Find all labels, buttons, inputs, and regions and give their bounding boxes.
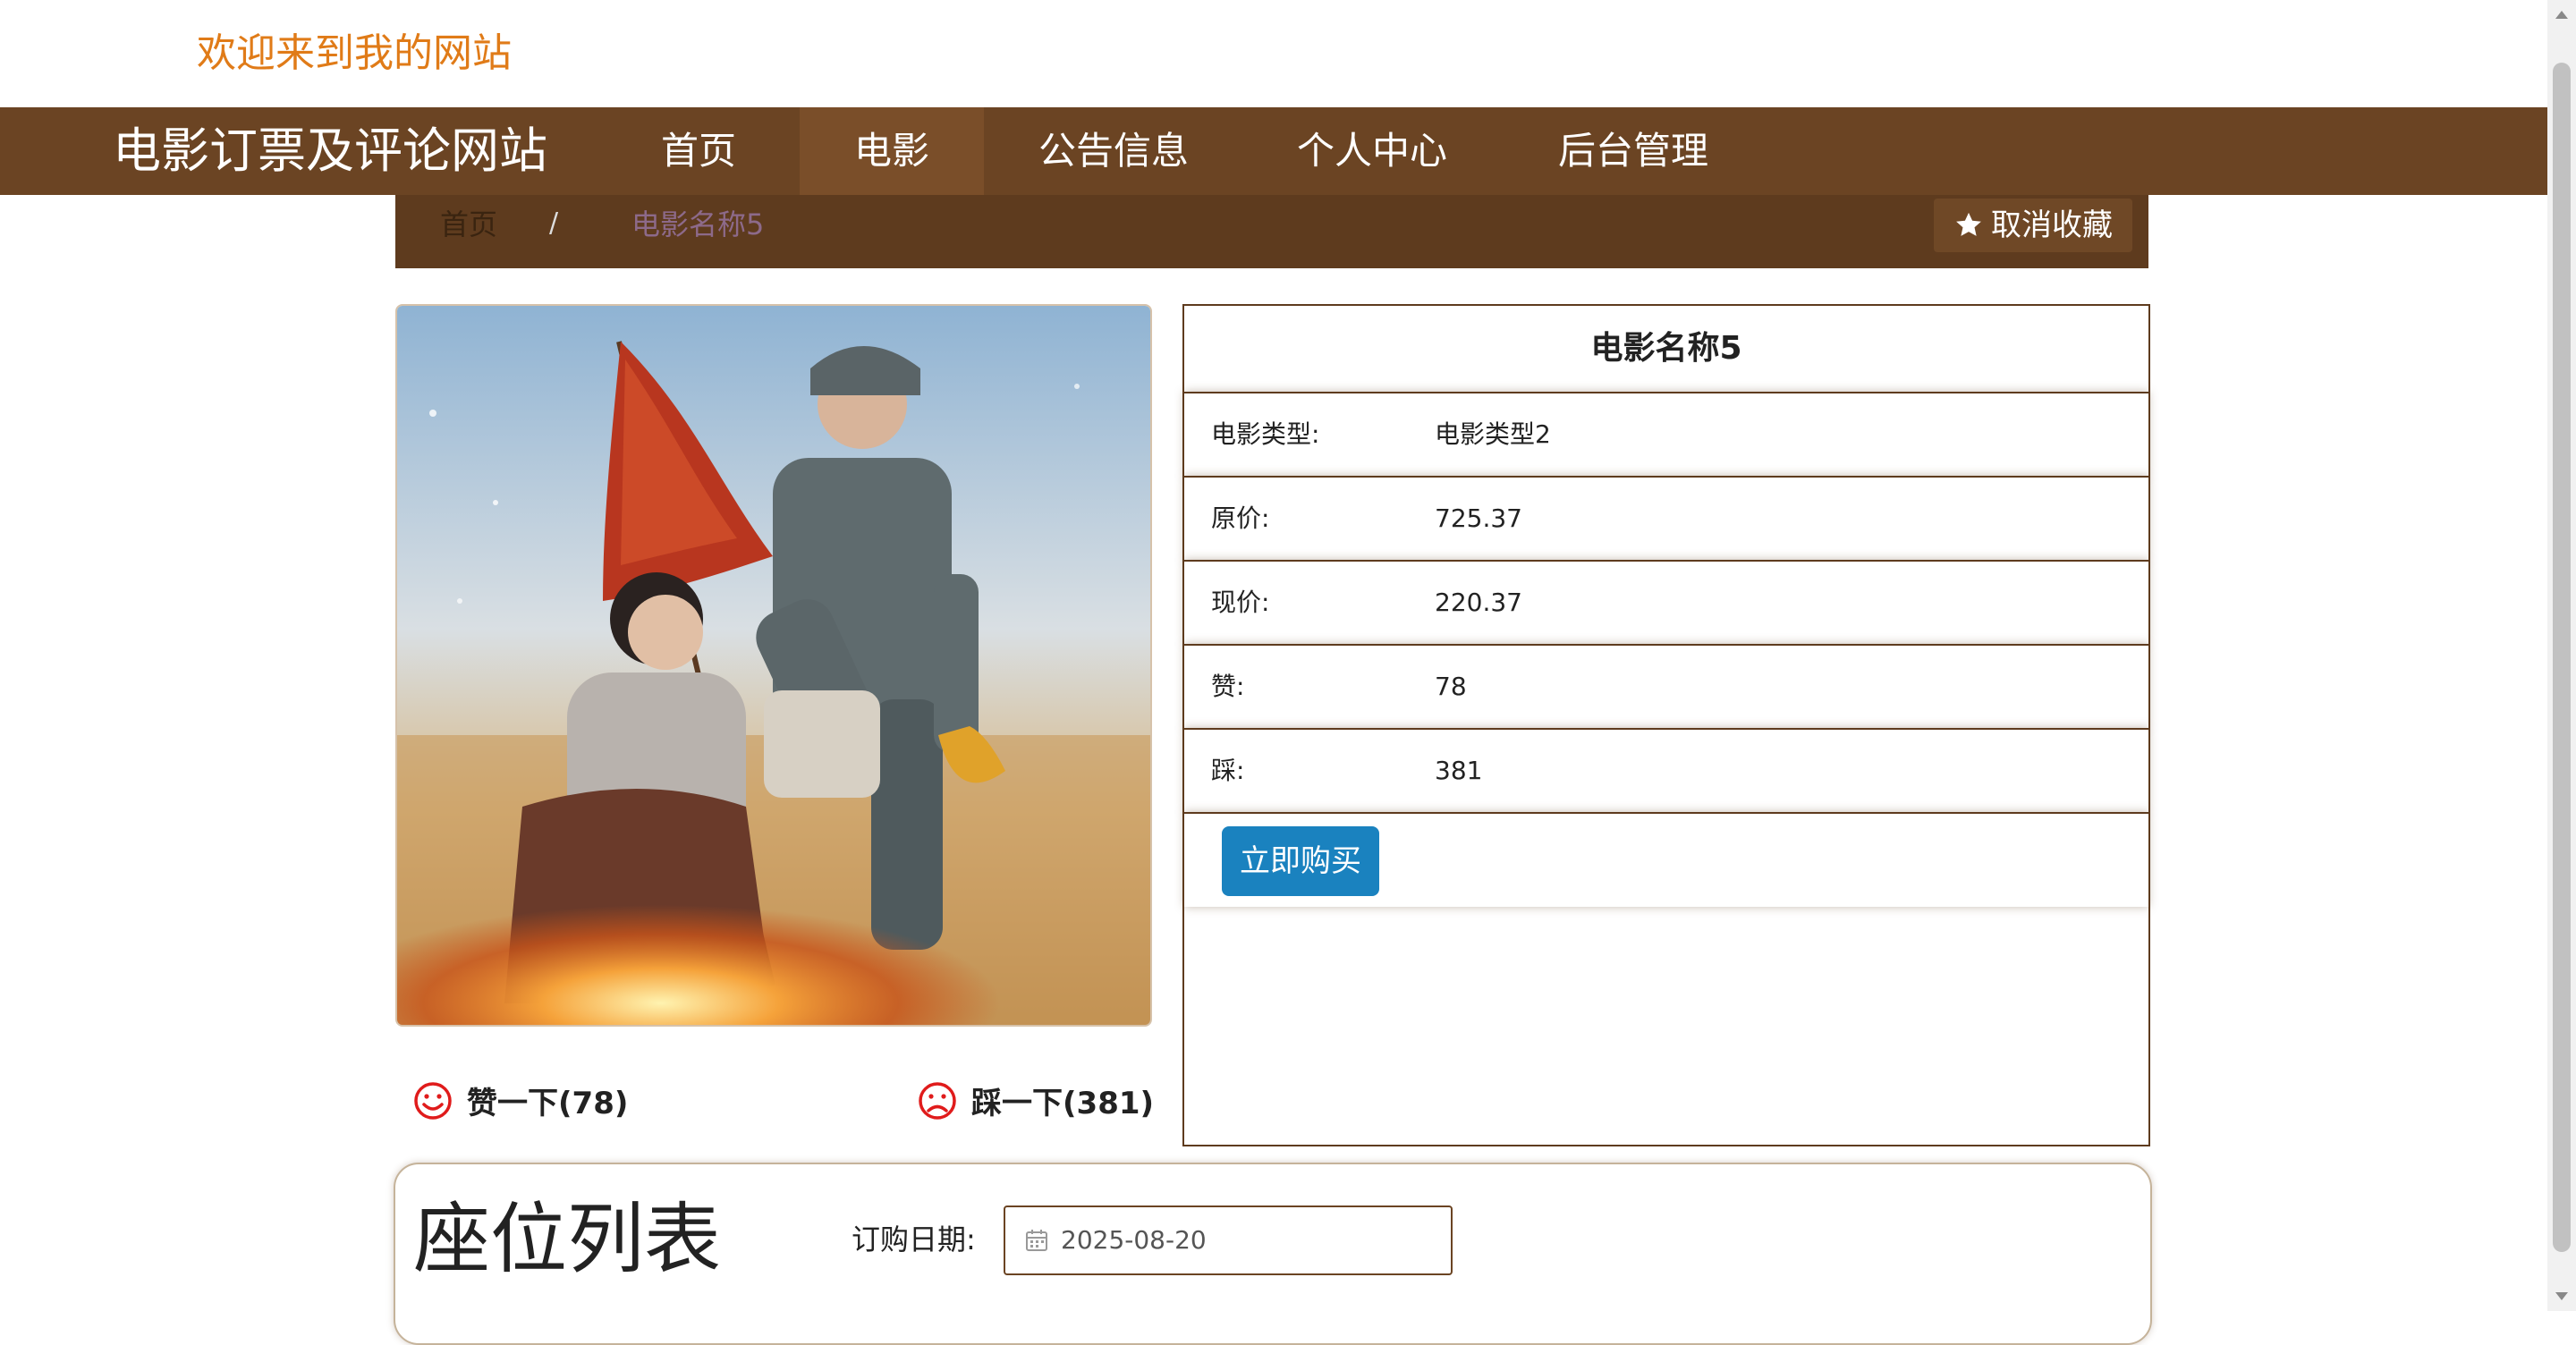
buy-now-button[interactable]: 立即购买: [1222, 826, 1379, 896]
frown-icon: [919, 1081, 956, 1120]
scroll-up-arrow-icon[interactable]: [2555, 11, 2568, 19]
scroll-down-arrow-icon[interactable]: [2555, 1292, 2568, 1300]
detail-row-type: 电影类型: 电影类型2: [1184, 392, 2148, 476]
like-label: 赞一下(78): [467, 1086, 629, 1121]
breadcrumb-current: 电影名称5: [631, 207, 765, 241]
detail-row-likes: 赞: 78: [1184, 644, 2148, 728]
detail-value: 78: [1435, 672, 1467, 701]
vertical-scrollbar[interactable]: [2547, 0, 2576, 1311]
calendar-icon: [1026, 1230, 1047, 1251]
poster-image: [397, 306, 1150, 1025]
detail-value: 电影类型2: [1435, 419, 1551, 449]
detail-label: 电影类型:: [1211, 419, 1320, 449]
nav-item-home[interactable]: 首页: [631, 107, 766, 195]
welcome-text: 欢迎来到我的网站: [197, 30, 512, 76]
order-date-value: 2025-08-20: [1061, 1225, 1207, 1255]
dislike-button[interactable]: 踩一下(381): [918, 1079, 1154, 1122]
nav-item-announcements[interactable]: 公告信息: [1013, 107, 1215, 195]
top-navbar: 电影订票及评论网站 首页 电影 公告信息 个人中心 后台管理: [0, 107, 2547, 195]
movie-title: 电影名称5: [1590, 330, 1742, 367]
seat-list-title: 座位列表: [413, 1195, 721, 1284]
detail-row-original-price: 原价: 725.37: [1184, 476, 2148, 560]
star-icon: [1956, 212, 1981, 236]
detail-label: 踩:: [1211, 756, 1245, 785]
unfavorite-label: 取消收藏: [1991, 207, 2113, 243]
movie-poster: [395, 304, 1152, 1027]
detail-label: 现价:: [1211, 588, 1270, 617]
detail-label: 赞:: [1211, 672, 1245, 701]
breadcrumb: 首页 / 电影名称5 取消收藏: [395, 195, 2148, 268]
order-date-label: 订购日期:: [852, 1222, 976, 1256]
order-date-input[interactable]: 2025-08-20: [1004, 1205, 1453, 1275]
detail-row-actions: 立即购买: [1184, 812, 2148, 907]
breadcrumb-home[interactable]: 首页: [440, 202, 497, 243]
scrollbar-thumb[interactable]: [2553, 63, 2571, 1252]
detail-value: 220.37: [1435, 588, 1522, 617]
detail-row-dislikes: 踩: 381: [1184, 728, 2148, 812]
nav-item-profile[interactable]: 个人中心: [1270, 107, 1474, 195]
detail-value: 381: [1435, 756, 1483, 785]
detail-label: 原价:: [1211, 503, 1270, 533]
smile-icon: [414, 1081, 452, 1120]
breadcrumb-separator: /: [549, 207, 559, 239]
detail-value: 725.37: [1435, 503, 1522, 533]
detail-row-current-price: 现价: 220.37: [1184, 560, 2148, 644]
dislike-label: 踩一下(381): [971, 1086, 1155, 1121]
site-brand[interactable]: 电影订票及评论网站: [113, 107, 547, 195]
unfavorite-button[interactable]: 取消收藏: [1934, 199, 2132, 252]
movie-details-panel: 电影名称5 电影类型: 电影类型2 原价: 725.37 现价: 220.37 …: [1182, 304, 2150, 1146]
nav-item-movies[interactable]: 电影: [800, 107, 984, 195]
like-button[interactable]: 赞一下(78): [413, 1079, 628, 1122]
nav-item-admin[interactable]: 后台管理: [1531, 107, 1735, 195]
seat-list-section: 座位列表 订购日期: 2025-08-20: [394, 1163, 2152, 1345]
